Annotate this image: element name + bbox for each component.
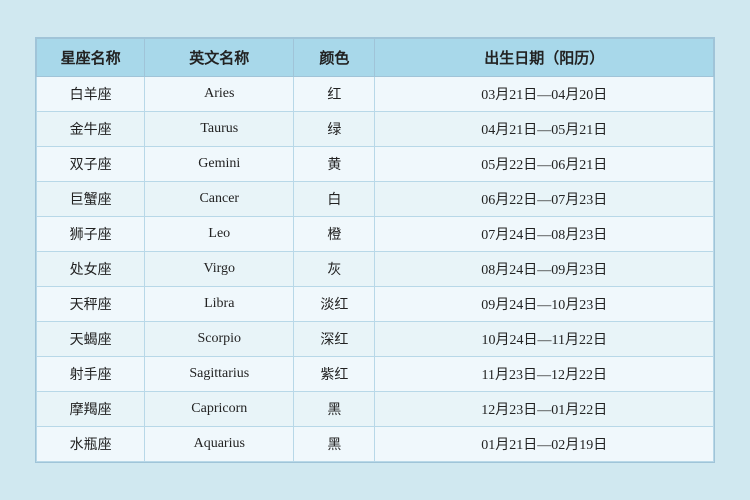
- cell-chinese: 天秤座: [37, 287, 145, 322]
- cell-color: 紫红: [294, 357, 375, 392]
- table-row: 巨蟹座Cancer白06月22日—07月23日: [37, 182, 714, 217]
- cell-color: 黑: [294, 392, 375, 427]
- cell-english: Sagittarius: [145, 357, 294, 392]
- header-english: 英文名称: [145, 39, 294, 77]
- header-date: 出生日期（阳历）: [375, 39, 714, 77]
- table-row: 水瓶座Aquarius黑01月21日—02月19日: [37, 427, 714, 462]
- cell-chinese: 巨蟹座: [37, 182, 145, 217]
- cell-chinese: 射手座: [37, 357, 145, 392]
- cell-english: Cancer: [145, 182, 294, 217]
- table-row: 摩羯座Capricorn黑12月23日—01月22日: [37, 392, 714, 427]
- cell-date: 06月22日—07月23日: [375, 182, 714, 217]
- table-row: 金牛座Taurus绿04月21日—05月21日: [37, 112, 714, 147]
- cell-date: 08月24日—09月23日: [375, 252, 714, 287]
- cell-date: 12月23日—01月22日: [375, 392, 714, 427]
- cell-english: Aries: [145, 77, 294, 112]
- table-header-row: 星座名称 英文名称 颜色 出生日期（阳历）: [37, 39, 714, 77]
- cell-chinese: 双子座: [37, 147, 145, 182]
- cell-english: Capricorn: [145, 392, 294, 427]
- table-row: 天蝎座Scorpio深红10月24日—11月22日: [37, 322, 714, 357]
- cell-english: Taurus: [145, 112, 294, 147]
- cell-color: 橙: [294, 217, 375, 252]
- cell-chinese: 天蝎座: [37, 322, 145, 357]
- cell-english: Virgo: [145, 252, 294, 287]
- cell-date: 03月21日—04月20日: [375, 77, 714, 112]
- cell-chinese: 狮子座: [37, 217, 145, 252]
- zodiac-table: 星座名称 英文名称 颜色 出生日期（阳历） 白羊座Aries红03月21日—04…: [36, 38, 714, 462]
- cell-color: 深红: [294, 322, 375, 357]
- cell-color: 红: [294, 77, 375, 112]
- table-row: 射手座Sagittarius紫红11月23日—12月22日: [37, 357, 714, 392]
- cell-english: Gemini: [145, 147, 294, 182]
- cell-date: 11月23日—12月22日: [375, 357, 714, 392]
- cell-date: 04月21日—05月21日: [375, 112, 714, 147]
- cell-color: 白: [294, 182, 375, 217]
- cell-color: 淡红: [294, 287, 375, 322]
- cell-chinese: 处女座: [37, 252, 145, 287]
- table-row: 处女座Virgo灰08月24日—09月23日: [37, 252, 714, 287]
- table-row: 天秤座Libra淡红09月24日—10月23日: [37, 287, 714, 322]
- cell-date: 01月21日—02月19日: [375, 427, 714, 462]
- zodiac-table-container: 星座名称 英文名称 颜色 出生日期（阳历） 白羊座Aries红03月21日—04…: [35, 37, 715, 463]
- table-row: 双子座Gemini黄05月22日—06月21日: [37, 147, 714, 182]
- cell-color: 黑: [294, 427, 375, 462]
- cell-chinese: 白羊座: [37, 77, 145, 112]
- header-chinese: 星座名称: [37, 39, 145, 77]
- cell-color: 绿: [294, 112, 375, 147]
- cell-english: Scorpio: [145, 322, 294, 357]
- cell-english: Aquarius: [145, 427, 294, 462]
- cell-english: Libra: [145, 287, 294, 322]
- cell-date: 09月24日—10月23日: [375, 287, 714, 322]
- cell-english: Leo: [145, 217, 294, 252]
- cell-date: 05月22日—06月21日: [375, 147, 714, 182]
- cell-date: 07月24日—08月23日: [375, 217, 714, 252]
- cell-chinese: 水瓶座: [37, 427, 145, 462]
- cell-chinese: 摩羯座: [37, 392, 145, 427]
- table-row: 狮子座Leo橙07月24日—08月23日: [37, 217, 714, 252]
- cell-color: 黄: [294, 147, 375, 182]
- cell-color: 灰: [294, 252, 375, 287]
- cell-date: 10月24日—11月22日: [375, 322, 714, 357]
- cell-chinese: 金牛座: [37, 112, 145, 147]
- table-row: 白羊座Aries红03月21日—04月20日: [37, 77, 714, 112]
- header-color: 颜色: [294, 39, 375, 77]
